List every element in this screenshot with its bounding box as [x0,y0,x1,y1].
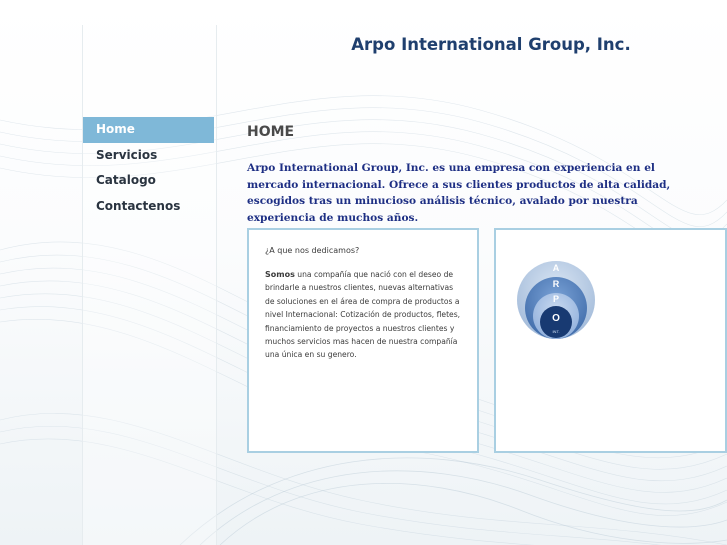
sidebar-nav: Home Servicios Catalogo Contactenos [83,117,214,219]
logo-letter-a: A [553,263,560,273]
logo-letter-r: R [553,279,560,289]
sidebar-column [82,25,217,545]
logo-letter-p: P [553,294,559,304]
logo-box: A R P O INT. [494,228,727,453]
page: Arpo International Group, Inc. Home Serv… [0,0,727,545]
intro-paragraph: Arpo International Group, Inc. es una em… [247,162,671,224]
logo-subtext: INT. [552,329,559,334]
page-heading: HOME [247,124,295,140]
arpo-logo: A R P O INT. [517,261,595,339]
nav-item-servicios[interactable]: Servicios [83,143,214,169]
nav-item-home[interactable]: Home [83,117,214,143]
about-box: ¿A que nos dedicamos? Somos una compañía… [247,228,479,453]
about-lead: Somos [265,270,295,279]
about-text: Somos una compañía que nació con el dese… [265,268,463,362]
logo-letter-o: O [552,313,560,324]
about-body: una compañía que nació con el deseo de b… [265,270,461,360]
nav-item-catalogo[interactable]: Catalogo [83,168,214,194]
site-title: Arpo International Group, Inc. [351,35,631,54]
nav-item-contactenos[interactable]: Contactenos [83,194,214,220]
about-heading: ¿A que nos dedicamos? [265,246,360,255]
